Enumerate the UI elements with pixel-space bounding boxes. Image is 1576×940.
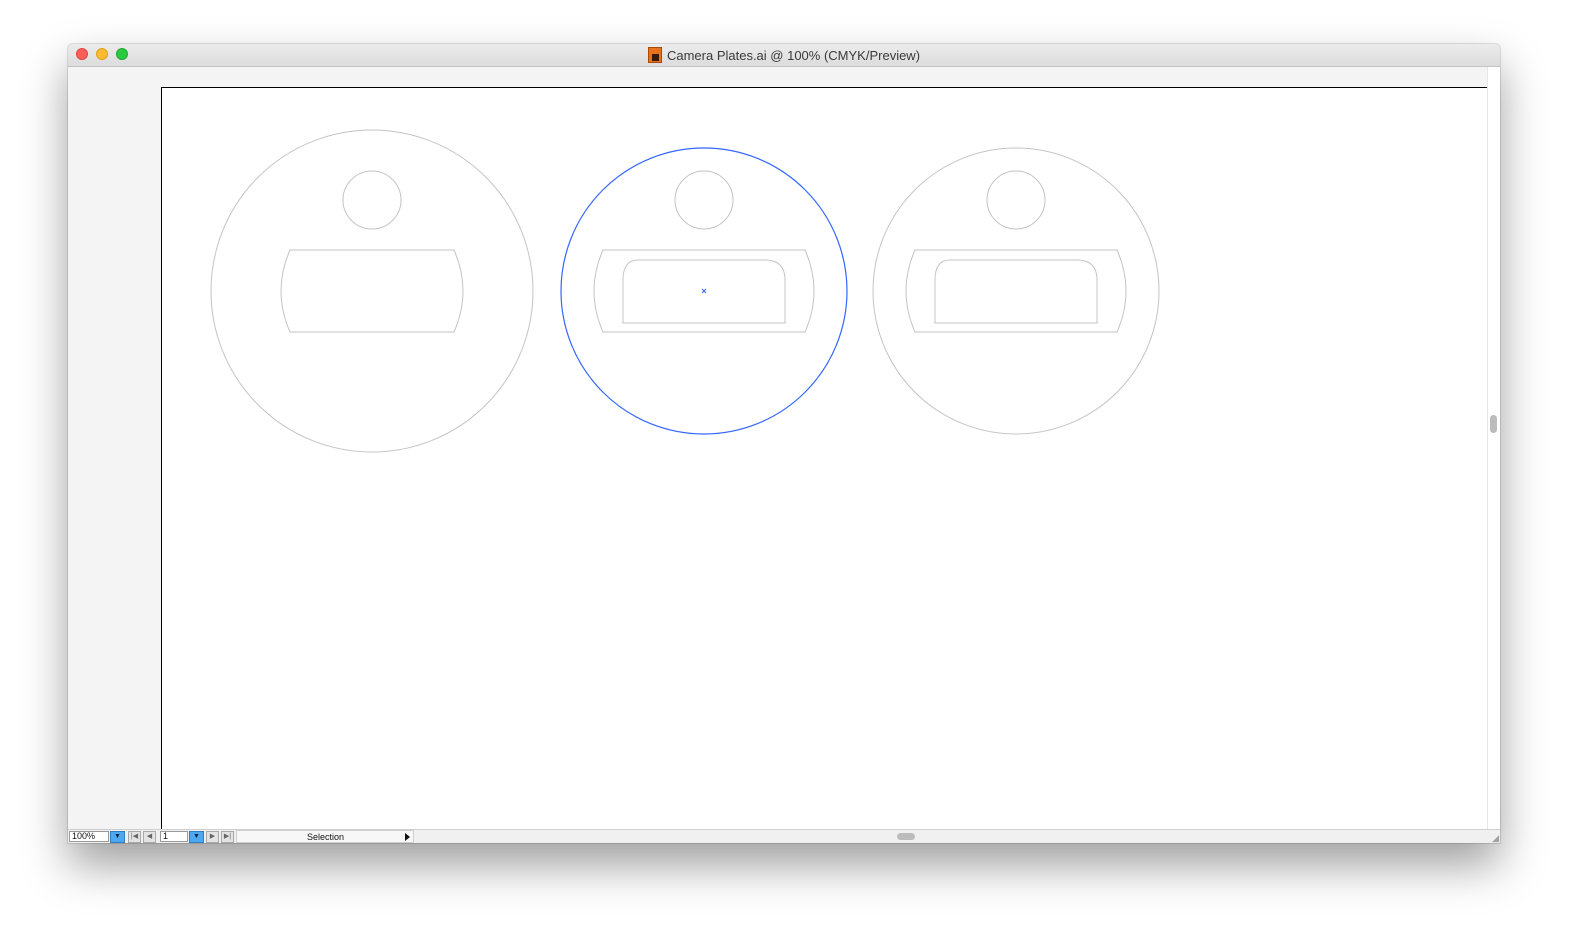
triangle-right-icon xyxy=(405,833,410,841)
artboard-number-field[interactable]: 1 xyxy=(160,831,188,842)
status-menu[interactable]: Selection xyxy=(236,830,414,843)
last-artboard-button[interactable]: ▶| xyxy=(221,831,234,843)
camera-plate-3[interactable] xyxy=(872,147,1160,435)
document-window: Camera Plates.ai @ 100% (CMYK/Preview) 1… xyxy=(68,44,1500,843)
plate-1-top-hole[interactable] xyxy=(342,170,402,230)
first-page-icon: |◀ xyxy=(130,833,139,840)
vertical-scrollbar[interactable] xyxy=(1487,67,1500,829)
next-artboard-button[interactable]: ▶ xyxy=(206,831,219,843)
status-bar: 100% ▼ |◀ ◀ 1 ▼ ▶ ▶| Selection ◢ xyxy=(68,829,1500,843)
plate-1-barrel-cutout[interactable] xyxy=(280,249,464,333)
artwork-canvas[interactable] xyxy=(162,88,1489,830)
artboard-dropdown-button[interactable]: ▼ xyxy=(189,831,204,843)
title-bar[interactable]: Camera Plates.ai @ 100% (CMYK/Preview) xyxy=(68,44,1500,67)
zoom-dropdown-button[interactable]: ▼ xyxy=(110,831,125,843)
prev-page-icon: ◀ xyxy=(146,833,153,840)
camera-plate-2[interactable] xyxy=(560,147,848,435)
next-page-icon: ▶ xyxy=(209,833,216,840)
triangle-down-icon: ▼ xyxy=(193,833,200,840)
zoom-level-field[interactable]: 100% xyxy=(69,831,109,842)
plate-3-rounded-window[interactable] xyxy=(934,259,1098,324)
vertical-scroll-thumb[interactable] xyxy=(1490,415,1497,433)
window-title-text: Camera Plates.ai @ 100% (CMYK/Preview) xyxy=(666,47,921,63)
triangle-down-icon: ▼ xyxy=(114,833,121,840)
status-tool-label: Selection xyxy=(307,832,345,842)
first-artboard-button[interactable]: |◀ xyxy=(128,831,141,843)
plate-2-top-hole[interactable] xyxy=(674,170,734,230)
illustrator-file-icon xyxy=(647,47,662,63)
plate-3-barrel-cutout[interactable] xyxy=(905,249,1127,333)
window-title: Camera Plates.ai @ 100% (CMYK/Preview) xyxy=(68,44,1500,66)
camera-plate-1[interactable] xyxy=(210,129,534,453)
last-page-icon: ▶| xyxy=(223,833,232,840)
horizontal-scroll-thumb[interactable] xyxy=(897,833,915,840)
previous-artboard-button[interactable]: ◀ xyxy=(143,831,156,843)
plate-1-outer-circle[interactable] xyxy=(210,129,534,453)
artboard[interactable] xyxy=(161,87,1489,830)
resize-grip-icon[interactable]: ◢ xyxy=(1489,832,1499,843)
canvas-area[interactable] xyxy=(68,67,1489,830)
plate-3-top-hole[interactable] xyxy=(986,170,1046,230)
plate-3-outer-circle[interactable] xyxy=(872,147,1160,435)
center-point-marker xyxy=(701,288,707,294)
